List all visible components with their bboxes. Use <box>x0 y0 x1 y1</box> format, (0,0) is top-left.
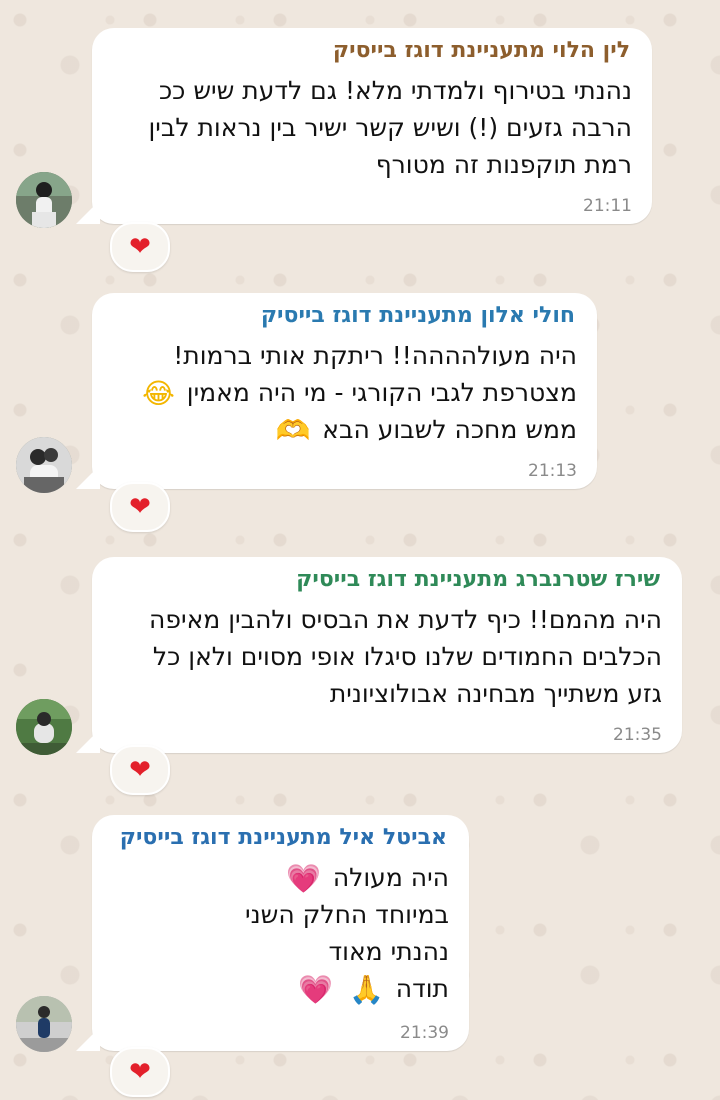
message-time: 21:11 <box>583 196 632 216</box>
message-line: תודה 🙏 💗 <box>245 970 449 1007</box>
avatar[interactable] <box>16 996 72 1052</box>
chat-screen: לין הלוי מתעניינת דוגז בייסיק נהנתי בטיר… <box>0 0 720 1100</box>
message-bubble[interactable]: חולי אלון מתעניינת דוגז בייסיק היה מעולה… <box>76 293 597 489</box>
message-line: הרבה גזעים (!) ושיש קשר ישיר בין נראות ל… <box>148 113 632 142</box>
message-line: הכלבים החמודים שלנו סיגלו אופי מסוים ולא… <box>152 642 662 671</box>
sender-name: אביטל איל מתעניינת דוגז בייסיק <box>119 825 447 850</box>
message-text: היה מהמם!! כיף לדעת את הבסיס ולהבין מאיפ… <box>149 601 662 712</box>
reaction-badge[interactable]: ❤ <box>110 745 170 795</box>
avatar[interactable] <box>16 172 72 228</box>
message-line-text: תודה <box>395 974 449 1003</box>
reaction-badge[interactable]: ❤ <box>110 222 170 272</box>
message-line-text: ממש מחכה לשבוע הבא <box>322 415 577 444</box>
message-time: 21:39 <box>400 1023 449 1043</box>
heart-icon: ❤ <box>129 755 151 785</box>
pink-heart-icon: 💗 <box>285 862 321 895</box>
heart-icon: ❤ <box>129 492 151 522</box>
avatar[interactable] <box>16 437 72 493</box>
avatar[interactable] <box>16 699 72 755</box>
message-line: נהנתי מאוד <box>328 937 449 966</box>
heart-hands-emoji-icon: 🫶 <box>275 414 311 447</box>
message-line: ממש מחכה לשבוע הבא 🫶 <box>138 411 577 448</box>
message-line: רמת תוקפנות זה מטורף <box>375 150 632 179</box>
heart-icon: ❤ <box>129 232 151 262</box>
message-line-text: היה מעולה <box>332 863 449 892</box>
message-time: 21:35 <box>613 725 662 745</box>
message-line: נהנתי בטירוף ולמדתי מלא! גם לדעת שיש ככ <box>158 76 632 105</box>
sender-name: חולי אלון מתעניינת דוגז בייסיק <box>260 303 575 328</box>
reaction-badge[interactable]: ❤ <box>110 1047 170 1097</box>
message-bubble[interactable]: לין הלוי מתעניינת דוגז בייסיק נהנתי בטיר… <box>76 28 652 224</box>
message-line: היה מעולהההה!! ריתקת אותי ברמות! <box>173 341 577 370</box>
heart-icon: ❤ <box>129 1057 151 1087</box>
praying-hands-icon: 🙏 <box>348 973 384 1006</box>
pink-heart-icon: 💗 <box>298 973 333 1006</box>
message-text: היה מעולהההה!! ריתקת אותי ברמות! מצטרפת … <box>138 337 577 448</box>
message-line-text: מצטרפת לגבי הקורגי - מי היה מאמין <box>186 378 577 407</box>
message-line: מצטרפת לגבי הקורגי - מי היה מאמין 😂 <box>138 374 577 411</box>
message-line: היה מעולה 💗 <box>245 859 449 896</box>
message-time: 21:13 <box>528 461 577 481</box>
laughing-emoji-icon: 😂 <box>142 377 175 410</box>
message-line: גזע משתייך מבחינה אבולוציונית <box>329 679 662 708</box>
reaction-badge[interactable]: ❤ <box>110 482 170 532</box>
message-text: היה מעולה 💗 במיוחד החלק השני נהנתי מאוד … <box>245 859 449 1007</box>
message-line: במיוחד החלק השני <box>245 900 449 929</box>
message-line: היה מהמם!! כיף לדעת את הבסיס ולהבין מאיפ… <box>149 605 662 634</box>
message-bubble[interactable]: שירז שטרנברג מתעניינת דוגז בייסיק היה מה… <box>76 557 682 753</box>
sender-name: שירז שטרנברג מתעניינת דוגז בייסיק <box>296 567 660 592</box>
sender-name: לין הלוי מתעניינת דוגז בייסיק <box>332 38 630 63</box>
message-text: נהנתי בטירוף ולמדתי מלא! גם לדעת שיש ככ … <box>148 72 632 183</box>
message-bubble[interactable]: אביטל איל מתעניינת דוגז בייסיק היה מעולה… <box>76 815 469 1051</box>
